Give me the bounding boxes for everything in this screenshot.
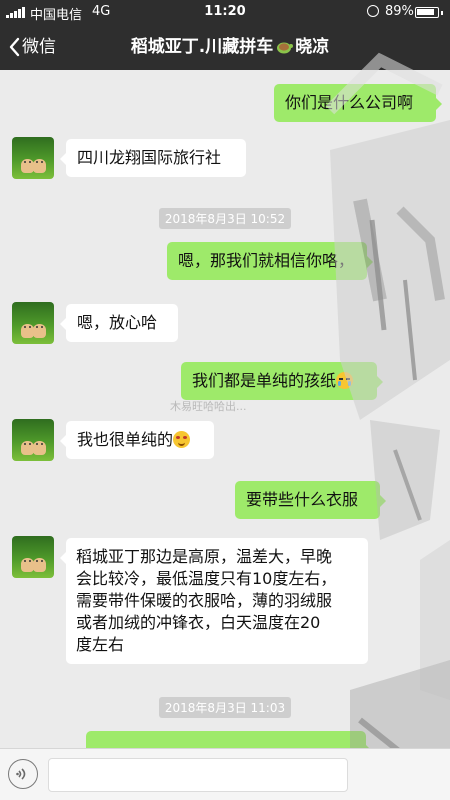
top-bar: 中国电信 4G 11:20 89% 微信 稻城亚丁.川藏拼车 晓凉 [0,0,450,70]
battery-icon [415,7,443,18]
message-text: 我们都是单纯的孩纸 [192,371,337,390]
message-line: 需要带件保暖的衣服哈，薄的羽绒服 [76,591,333,610]
received-message-bubble[interactable]: 四川龙翔国际旅行社 [60,139,246,177]
message-text: 我也很单纯的 [77,430,174,449]
contact-avatar[interactable] [12,536,54,578]
smiling-face-emoji [173,431,191,448]
chat-header: 微信 稻城亚丁.川藏拼车 晓凉 [0,24,450,70]
message-input-bar [0,748,450,800]
contact-avatar[interactable] [12,302,54,344]
received-message-bubble[interactable]: 我也很单纯的 [60,421,214,459]
chat-title[interactable]: 稻城亚丁.川藏拼车 晓凉 [70,34,390,60]
watermark: 木易旺哈哈出... [170,400,247,413]
battery-percent: 89% [385,4,414,19]
back-button[interactable]: 微信 [8,34,56,60]
received-message-bubble[interactable]: 稻城亚丁那边是高原，温差大，早晚 会比较冷，最低温度只有10度左右， 需要带件保… [60,538,368,664]
chat-title-text: 稻城亚丁.川藏拼车 [130,37,274,57]
received-message-bubble[interactable]: 嗯，放心哈 [60,304,178,342]
sent-message-bubble[interactable]: 你们是什么公司啊 [274,84,442,122]
message-text: 嗯，放心哈 [77,313,158,332]
back-label: 微信 [22,37,56,57]
rotation-lock-icon [367,5,379,17]
message-text: 要带些什么衣服 [246,490,359,509]
message-line: 会比较冷，最低温度只有10度左右， [76,569,337,588]
sent-message-bubble[interactable] [86,731,372,748]
message-text-input[interactable] [48,758,348,792]
message-text: 你们是什么公司啊 [285,93,414,112]
voice-icon [16,768,26,780]
sent-message-bubble[interactable]: 要带些什么衣服 [235,481,386,519]
message-line: 稻城亚丁那边是高原，温差大，早晚 [76,547,333,566]
message-timestamp: 2018年8月3日 10:52 [0,208,450,229]
contact-avatar[interactable] [12,419,54,461]
sent-message-bubble[interactable]: 我们都是单纯的孩纸 [181,362,383,400]
message-text: 四川龙翔国际旅行社 [77,148,222,167]
message-timestamp: 2018年8月3日 11:03 [0,697,450,718]
chevron-left-icon [9,37,20,57]
chat-title-name: 晓凉 [295,37,330,57]
message-list[interactable]: 你们是什么公司啊 四川龙翔国际旅行社 2018年8月3日 10:52 嗯，那我们… [0,70,450,748]
turtle-icon [277,42,294,54]
status-bar: 中国电信 4G 11:20 89% [0,0,450,24]
voice-input-button[interactable] [8,759,38,789]
message-line: 度左右 [76,635,125,654]
message-text: 嗯，那我们就相信你咯， [178,251,355,270]
message-line: 或者加绒的冲锋衣，白天温度在20 [76,613,321,632]
sent-message-bubble[interactable]: 嗯，那我们就相信你咯， [167,242,373,280]
status-time: 11:20 [204,4,246,19]
crying-face-emoji [336,372,354,389]
contact-avatar[interactable] [12,137,54,179]
